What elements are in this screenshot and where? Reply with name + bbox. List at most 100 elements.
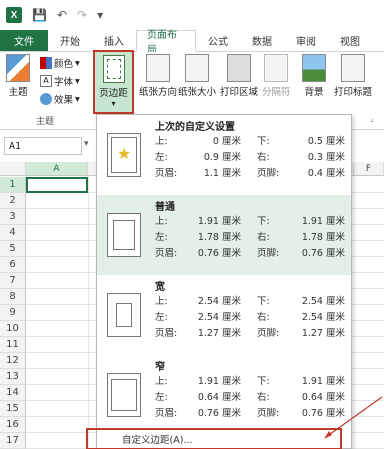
themes-button[interactable]: 主题: [6, 54, 30, 98]
active-cell[interactable]: [26, 177, 88, 193]
row-header[interactable]: 1: [0, 177, 26, 193]
tab-file[interactable]: 文件: [0, 30, 48, 51]
breaks-button[interactable]: 分隔符: [262, 54, 291, 98]
row-header[interactable]: 4: [0, 225, 26, 241]
margin-option[interactable]: 宽上: 2.54 厘米 下: 2.54 厘米 左: 2.54 厘米 右: 2.54 厘米 页眉:…: [97, 275, 351, 355]
margins-icon: [102, 55, 125, 83]
row-header[interactable]: 6: [0, 257, 26, 273]
row-header[interactable]: 13: [0, 369, 26, 385]
themes-icon: [6, 54, 30, 82]
margin-header-label: 页眉:: [155, 168, 178, 179]
margin-guide: [116, 303, 132, 327]
print-titles-button[interactable]: 打印标题: [334, 54, 372, 98]
margin-footer-label: 页脚:: [257, 328, 280, 339]
column-header-a[interactable]: A: [26, 162, 88, 176]
margin-option-title: 上次的自定义设置: [155, 122, 235, 133]
print-area-button[interactable]: 打印区域: [220, 54, 258, 98]
row-header[interactable]: 3: [0, 209, 26, 225]
column-divider: [88, 176, 89, 449]
margin-header-value: 0.76 厘米: [197, 248, 241, 259]
print-area-icon: [227, 54, 251, 82]
margin-footer-value: 0.76 厘米: [301, 248, 345, 259]
print-titles-icon: [341, 54, 365, 82]
margin-top-value: 2.54 厘米: [197, 296, 241, 307]
tab-page-layout[interactable]: 页面布局: [136, 30, 196, 56]
tab-review[interactable]: 审阅: [284, 30, 328, 51]
margin-left-value: 0.9 厘米: [203, 152, 241, 163]
margin-right-label: 右:: [257, 152, 270, 163]
page-margins-icon: [107, 293, 141, 337]
tab-insert[interactable]: 插入: [92, 30, 136, 51]
breaks-icon: [264, 54, 289, 82]
margin-footer-label: 页脚:: [257, 168, 280, 179]
title-bar: X 💾 ↶ ↷ ▾: [0, 0, 384, 30]
margin-left-value: 2.54 厘米: [197, 312, 241, 323]
margin-header-label: 页眉:: [155, 408, 178, 419]
margins-button[interactable]: 页边距 ▾: [93, 50, 134, 114]
tab-data[interactable]: 数据: [240, 30, 284, 51]
tab-home[interactable]: 开始: [48, 30, 92, 51]
margins-label: 页边距: [99, 88, 128, 99]
row-header[interactable]: 7: [0, 273, 26, 289]
row-header[interactable]: 2: [0, 193, 26, 209]
row-header[interactable]: 8: [0, 289, 26, 305]
margin-option[interactable]: 上次的自定义设置 ★ 上: 0 厘米 下: 0.5 厘米 左: 0.9 厘米 右: 0.3 厘米页…: [97, 115, 351, 195]
background-button[interactable]: 背景: [302, 54, 326, 98]
margin-option-title: 窄: [155, 362, 165, 373]
margin-bottom-label: 下:: [257, 296, 270, 307]
margin-option[interactable]: 普通 上: 1.91 厘米 下: 1.91 厘米 左: 1.78 厘米 右: 1.78 厘米 页眉…: [97, 195, 351, 275]
dialog-launcher-icon[interactable]: ⌟: [370, 114, 374, 123]
margin-header-value: 0.76 厘米: [197, 408, 241, 419]
fonts-button[interactable]: A 字体 ▾: [40, 74, 80, 88]
row-header[interactable]: 17: [0, 433, 26, 449]
effects-icon: [40, 93, 52, 105]
margin-option-title: 普通: [155, 202, 175, 213]
margin-top-label: 上:: [155, 376, 168, 387]
tab-view[interactable]: 视图: [328, 30, 372, 51]
orientation-button[interactable]: 纸张方向: [139, 54, 177, 98]
margin-footer-value: 1.27 厘米: [301, 328, 345, 339]
save-icon[interactable]: 💾: [32, 8, 47, 22]
orientation-icon: [146, 54, 170, 82]
margin-bottom-label: 下:: [257, 376, 270, 387]
row-header[interactable]: 5: [0, 241, 26, 257]
chevron-down-icon[interactable]: ▾: [84, 139, 89, 149]
margin-bottom-value: 2.54 厘米: [301, 296, 345, 307]
size-button[interactable]: 纸张大小: [178, 54, 216, 98]
redo-icon[interactable]: ↷: [77, 8, 87, 22]
row-header[interactable]: 12: [0, 353, 26, 369]
margin-option[interactable]: 窄上: 1.91 厘米 下: 1.91 厘米 左: 0.64 厘米 右: 0.64 厘米 页眉:…: [97, 355, 351, 435]
customize-quick-access-icon[interactable]: ▾: [97, 8, 103, 22]
undo-icon[interactable]: ↶: [57, 8, 67, 22]
margin-header-value: 1.27 厘米: [197, 328, 241, 339]
margin-left-label: 左:: [155, 152, 168, 163]
row-header[interactable]: 15: [0, 401, 26, 417]
margin-header-label: 页眉:: [155, 328, 178, 339]
colors-button[interactable]: 颜色 ▾: [40, 56, 80, 70]
row-header[interactable]: 10: [0, 321, 26, 337]
margin-top-value: 1.91 厘米: [197, 216, 241, 227]
row-header[interactable]: 16: [0, 417, 26, 433]
row-header[interactable]: 9: [0, 305, 26, 321]
column-header-f[interactable]: F: [354, 162, 384, 176]
effects-button[interactable]: 效果 ▾: [40, 92, 80, 106]
margin-bottom-label: 下:: [257, 136, 270, 147]
themes-group-label: 主题: [36, 117, 55, 127]
excel-logo-icon: X: [6, 7, 22, 23]
margin-footer-value: 0.4 厘米: [307, 168, 345, 179]
row-header[interactable]: 14: [0, 385, 26, 401]
paper-size-icon: [185, 54, 209, 82]
margin-guide: [113, 220, 135, 250]
margin-right-label: 右:: [257, 392, 270, 403]
margin-header-value: 1.1 厘米: [203, 168, 241, 179]
name-box[interactable]: A1: [4, 137, 82, 155]
tab-formulas[interactable]: 公式: [196, 30, 240, 51]
select-all-corner[interactable]: [0, 162, 26, 176]
custom-margins-item[interactable]: 自定义边距(A)...: [86, 428, 342, 449]
annotation-arrow-icon: [324, 396, 383, 439]
page-margins-icon: [107, 373, 141, 417]
margins-dropdown: 上次的自定义设置 ★ 上: 0 厘米 下: 0.5 厘米 左: 0.9 厘米 右: 0.3 厘米页…: [86, 114, 352, 449]
margin-right-value: 0.3 厘米: [307, 152, 345, 163]
margin-top-value: 1.91 厘米: [197, 376, 241, 387]
row-header[interactable]: 11: [0, 337, 26, 353]
